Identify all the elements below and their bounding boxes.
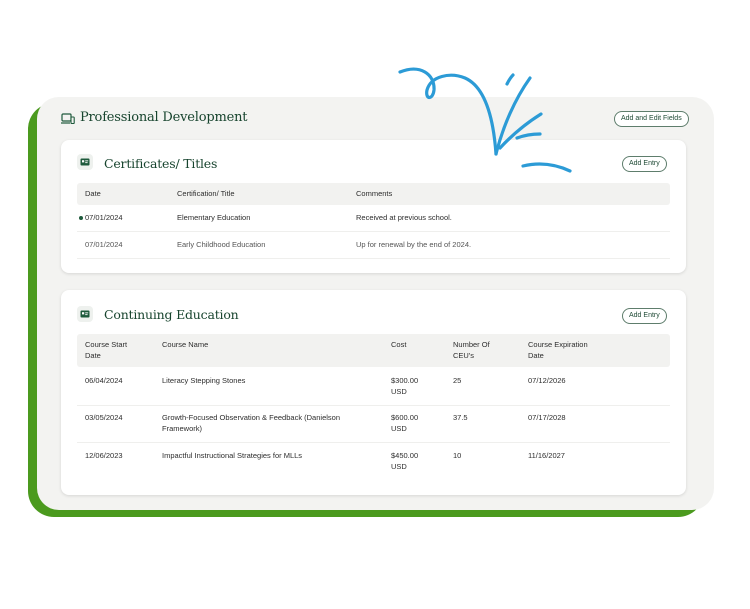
table-row-start: 03/05/2024 (85, 413, 123, 422)
col-course-name[interactable]: Course Name (162, 340, 208, 351)
id-card-icon (77, 154, 93, 170)
table-row-start: 12/06/2023 (85, 451, 123, 460)
row-divider (77, 231, 670, 232)
table-row-comments: Up for renewal by the end of 2024. (356, 240, 472, 249)
table-row-cost: $600.00 USD (391, 413, 419, 433)
col-course-start-date[interactable]: Course Start Date (85, 340, 145, 361)
col-cost[interactable]: Cost (391, 340, 406, 351)
continuing-education-add-entry-button[interactable]: Add Entry (622, 308, 667, 324)
table-row-title: Elementary Education (177, 213, 251, 222)
table-row-expiration: 11/16/2027 (528, 451, 565, 460)
table-row-comments: Received at previous school. (356, 213, 452, 222)
row-divider (77, 405, 670, 406)
add-and-edit-fields-button[interactable]: Add and Edit Fields (614, 111, 689, 127)
id-card-icon (77, 306, 93, 322)
table-row-cost: $450.00 USD (391, 451, 419, 471)
certificates-add-entry-button[interactable]: Add Entry (622, 156, 667, 172)
certificates-title: Certificates/ Titles (104, 156, 218, 171)
table-row-start: 06/04/2024 (85, 376, 123, 385)
table-row-ceus: 25 (453, 376, 462, 385)
col-course-expiration-date[interactable]: Course Expiration Date (528, 340, 603, 361)
scribble-decoration (398, 67, 572, 173)
continuing-education-title: Continuing Education (104, 307, 239, 322)
table-row-cost: $300.00 USD (391, 376, 419, 396)
table-row-ceus: 37.5 (453, 413, 468, 422)
table-row-title: Early Childhood Education (177, 240, 266, 249)
table-row-expiration: 07/17/2028 (528, 413, 566, 422)
active-row-indicator (79, 216, 83, 220)
page-title: Professional Development (80, 110, 248, 125)
table-row-name: Literacy Stepping Stones (162, 376, 246, 385)
col-number-of-ceus[interactable]: Number Of CEU's (453, 340, 503, 361)
table-row-date: 07/01/2024 (85, 240, 123, 249)
row-divider (77, 442, 670, 443)
certificates-card: Certificates/ Titles Add Entry Date Cert… (61, 140, 686, 273)
col-certification-title[interactable]: Certification/ Title (177, 189, 235, 200)
table-row-ceus: 10 (453, 451, 462, 460)
table-row-name: Impactful Instructional Strategies for M… (162, 451, 303, 460)
table-row-expiration: 07/12/2026 (528, 376, 566, 385)
table-row-date: 07/01/2024 (85, 213, 123, 222)
col-comments[interactable]: Comments (356, 189, 392, 200)
continuing-education-card: Continuing Education Add Entry Course St… (61, 290, 686, 495)
col-date[interactable]: Date (85, 189, 101, 200)
table-row-name: Growth-Focused Observation & Feedback (D… (162, 413, 341, 433)
devices-icon (61, 113, 75, 125)
row-divider (77, 258, 670, 259)
